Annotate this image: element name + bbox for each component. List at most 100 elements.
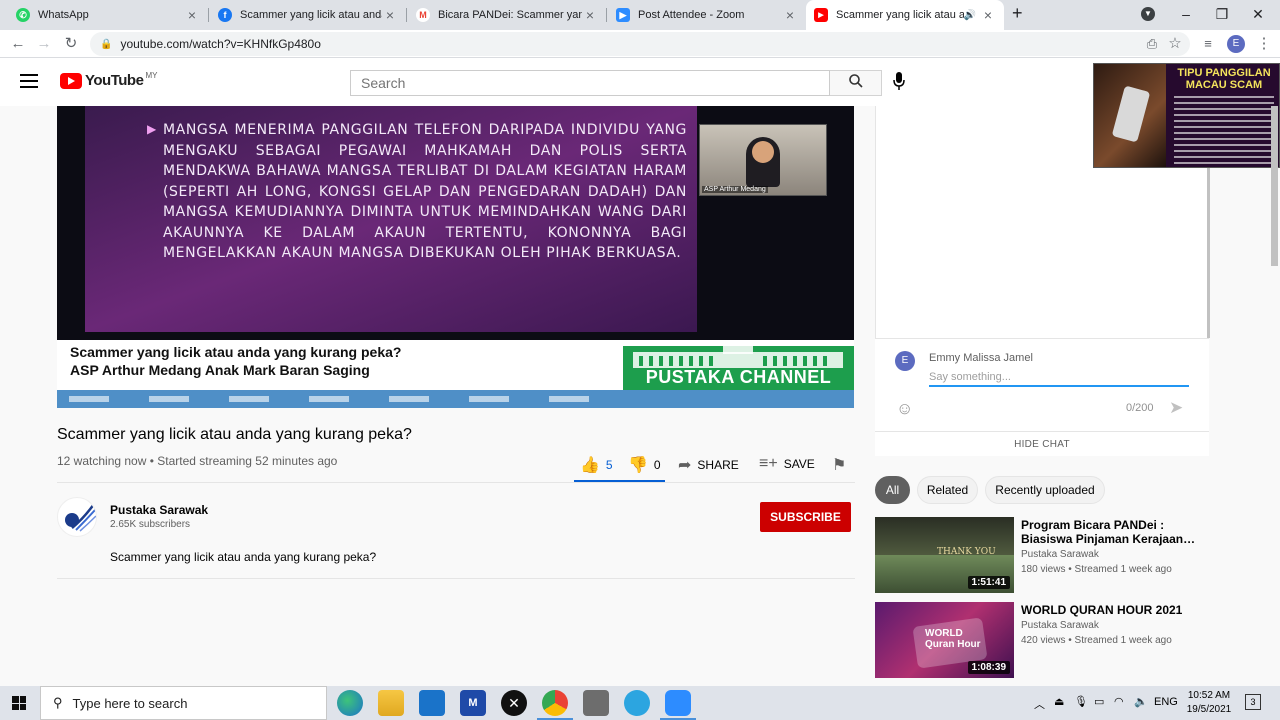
close-icon[interactable]: × [582,7,598,23]
video-thumbnail[interactable]: WORLD Quran Hour 1:08:39 [875,602,1014,678]
slide-text: MANGSA MENERIMA PANGGILAN TELEFON DARIPA… [163,122,687,261]
tab-gmail[interactable]: M Bicara PANDei: Scammer yang lic × [408,0,606,30]
flag-icon: ⚑ [832,457,847,474]
tab-zoom[interactable]: ▶ Post Attendee - Zoom × [608,0,806,30]
thumbs-down-icon: 👎 [628,457,648,474]
notification-icon[interactable]: 3 [1245,694,1261,710]
social-links-bar [57,390,854,408]
chip-recently-uploaded[interactable]: Recently uploaded [985,476,1105,504]
pustaka-channel-logo: PUSTAKA CHANNEL [623,346,854,390]
playlist-add-icon: ≡+ [759,455,778,472]
close-icon[interactable]: × [184,7,200,23]
related-title[interactable]: Program Bicara PANDei : Biasiswa Pinjama… [1021,518,1206,546]
share-button[interactable]: ➦ SHARE [678,455,739,475]
youtube-header: YouTube MY Search [0,58,1280,106]
search-icon: ⚲ [53,695,63,710]
xbox-icon[interactable]: ✕ [501,690,527,716]
chip-related[interactable]: Related [917,476,978,504]
thumbs-up-icon: 👍 [580,457,600,474]
channel-avatar[interactable] [57,497,97,537]
taskbar-clock[interactable]: 10:52 AM 19/5/2021 [1184,689,1234,717]
whatsapp-icon: ✆ [16,8,30,22]
like-button[interactable]: 👍 5 [580,455,613,475]
install-app-icon[interactable]: ⎙ [1140,32,1164,56]
channel-name[interactable]: Pustaka Sarawak [110,503,208,517]
related-channel[interactable]: Pustaka Sarawak [1021,549,1099,560]
battery-icon[interactable]: ▭ [1094,695,1104,708]
dislike-button[interactable]: 👎 0 [628,455,661,475]
close-icon[interactable]: × [382,7,398,23]
pustaka-logo-icon [65,503,96,532]
address-bar[interactable]: 🔒 youtube.com/watch?v=KHNfkGp480o [90,32,1190,56]
app-icon[interactable]: M [460,690,486,716]
lock-icon: 🔒 [100,38,113,50]
microphone-icon[interactable]: 🎙 [1074,695,1088,708]
bookmark-star-icon[interactable]: ☆ [1163,32,1187,56]
profile-avatar[interactable]: E [1227,35,1245,53]
chrome-icon[interactable] [542,690,568,716]
reading-list-icon[interactable]: ≡ [1196,32,1220,56]
save-button[interactable]: ≡+ SAVE [759,455,815,473]
tab-youtube[interactable]: ▶ Scammer yang licik atau and 🔊 × [806,0,1004,30]
lower-third-banner: Scammer yang licik atau anda yang kurang… [57,340,854,390]
page-scrollbar[interactable] [1271,106,1278,266]
related-channel[interactable]: Pustaka Sarawak [1021,620,1099,631]
microphone-icon[interactable] [893,72,905,95]
chat-user-name: Emmy Malissa Jamel [929,352,1033,364]
calculator-icon[interactable] [583,690,609,716]
related-video[interactable]: THANK YOU 1:51:41 Program Bicara PANDei … [875,517,1275,597]
forward-arrow-icon[interactable]: → [32,32,56,56]
file-explorer-icon[interactable] [378,690,404,716]
windows-start-icon[interactable] [12,696,26,710]
tab-facebook[interactable]: f Scammer yang licik atau anda ya × [210,0,406,30]
tab-whatsapp[interactable]: ✆ WhatsApp × [8,0,208,30]
reload-icon[interactable]: ↻ [59,32,83,56]
close-window-button[interactable]: ✕ [1240,0,1276,30]
usb-icon[interactable]: ⏏ [1054,695,1064,708]
minimize-button[interactable]: – [1168,0,1204,30]
maximize-button[interactable]: ❐ [1204,0,1240,30]
video-thumbnail[interactable]: THANK YOU 1:51:41 [875,517,1014,593]
building-icon [633,346,843,368]
search-button[interactable] [830,70,882,96]
language-indicator[interactable]: ENG [1154,696,1178,708]
volume-icon[interactable]: 🔈 [1134,695,1148,708]
duration-badge: 1:08:39 [967,661,1010,674]
tab-search-icon[interactable]: ▼ [1141,7,1155,21]
search-input[interactable]: Search [350,70,830,96]
wifi-icon[interactable]: ◠ [1114,695,1124,708]
close-icon[interactable]: × [980,7,996,23]
taskbar-search[interactable]: ⚲ Type here to search [40,686,327,720]
video-title: Scammer yang licik atau anda yang kurang… [57,426,412,443]
mail-icon[interactable] [419,690,445,716]
send-icon[interactable]: ➤ [1169,398,1183,418]
gmail-icon: M [416,8,430,22]
related-video[interactable]: WORLD Quran Hour 1:08:39 WORLD QURAN HOU… [875,602,1275,682]
emoji-icon[interactable]: ☺ [896,399,913,419]
close-icon[interactable]: × [782,7,798,23]
chat-message-input[interactable]: Say something... [929,369,1189,387]
zoom-icon[interactable] [665,690,691,716]
subscriber-count: 2.65K subscribers [110,519,191,530]
back-arrow-icon[interactable]: ← [6,32,30,56]
telegram-icon[interactable] [624,690,650,716]
search-icon [848,74,863,88]
chip-all[interactable]: All [875,476,910,504]
edge-icon[interactable] [337,690,363,716]
video-player[interactable]: ▶ MANGSA MENERIMA PANGGILAN TELEFON DARI… [57,106,854,408]
hand-phone-image [1094,64,1166,167]
chevron-up-icon[interactable]: ︿ [1034,696,1045,712]
menu-icon[interactable] [20,74,38,88]
more-menu-icon[interactable]: ⋮ [1252,32,1276,56]
user-avatar: E [895,351,915,371]
related-title[interactable]: WORLD QURAN HOUR 2021 [1021,603,1206,617]
related-meta: 180 views • Streamed 1 week ago [1021,564,1172,575]
youtube-logo[interactable]: YouTube MY [60,71,157,89]
hide-chat-button[interactable]: HIDE CHAT [875,431,1209,457]
browser-toolbar: ← → ↻ 🔒 youtube.com/watch?v=KHNfkGp480o … [0,30,1280,58]
report-button[interactable]: ⚑ [832,455,852,475]
speaker-icon[interactable]: 🔊 [964,10,976,21]
subscribe-button[interactable]: SUBSCRIBE [760,502,851,532]
picture-in-picture-window[interactable]: TIPU PANGGILAN MACAU SCAM [1093,63,1280,168]
new-tab-button[interactable]: + [1012,3,1023,24]
